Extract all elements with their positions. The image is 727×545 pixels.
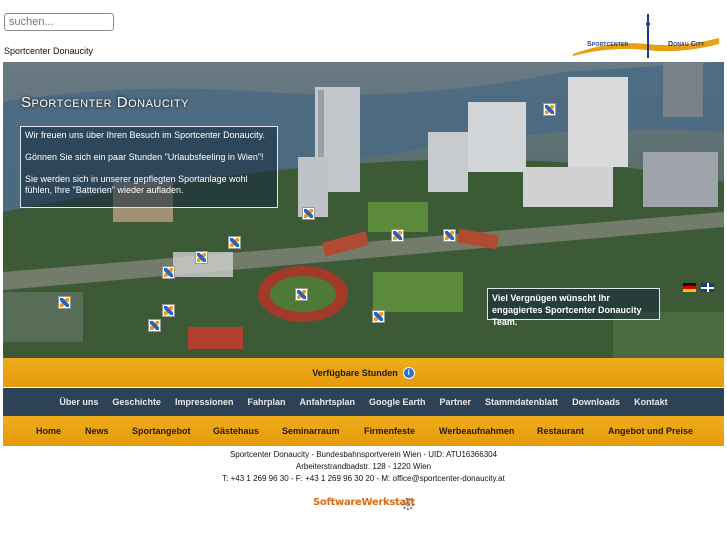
nav-ueber-uns[interactable]: Über uns [59,397,98,407]
search-input[interactable] [4,13,114,31]
nav-anfahrtsplan[interactable]: Anfahrtsplan [300,397,356,407]
map-marker-icon[interactable] [148,319,161,332]
map-marker-icon[interactable] [443,229,456,242]
nav-partner[interactable]: Partner [440,397,472,407]
footer: Sportcenter Donaucity - Bundesbahnsportv… [0,449,727,485]
welcome-box: Wir freuen uns über Ihren Besuch im Spor… [20,126,278,208]
nav-home[interactable]: Home [36,426,61,436]
map-marker-icon[interactable] [58,296,71,309]
welcome-line-3: Sie werden sich in unserer gepflegten Sp… [25,174,248,195]
nav-kontakt[interactable]: Kontakt [634,397,668,407]
nav-downloads[interactable]: Downloads [572,397,620,407]
hero-image: Sportcenter Donaucity Wir freuen uns übe… [3,62,724,358]
map-marker-icon[interactable] [162,304,175,317]
nav-seminarraum[interactable]: Seminarraum [282,426,340,436]
map-marker-icon[interactable] [302,207,315,220]
info-icon[interactable]: i [402,366,415,379]
logo-tower-icon [646,14,650,58]
nav-impressionen[interactable]: Impressionen [175,397,234,407]
footer-company: Sportcenter Donaucity - Bundesbahnsportv… [229,450,498,459]
nav-gaestehaus[interactable]: Gästehaus [213,426,259,436]
available-hours-label[interactable]: Verfügbare Stunden [312,368,398,378]
nav-fahrplan[interactable]: Fahrplan [247,397,285,407]
nav-werbeaufnahmen[interactable]: Werbeaufnahmen [439,426,514,436]
gear-icon [402,498,414,510]
map-marker-icon[interactable] [228,236,241,249]
footer-contact[interactable]: T: +43 1 269 96 30 - F: +43 1 269 96 30 … [0,473,727,485]
nav-sportangebot[interactable]: Sportangebot [132,426,191,436]
english-flag-icon[interactable] [701,283,714,292]
nav-geschichte[interactable]: Geschichte [112,397,161,407]
team-greeting-box: Viel Vergnügen wünscht Ihr engagiertes S… [487,288,660,327]
map-marker-icon[interactable] [162,266,175,279]
map-marker-icon[interactable] [543,103,556,116]
german-flag-icon[interactable] [683,283,696,292]
hero-title: Sportcenter Donaucity [21,94,189,111]
nav-firmenfeste[interactable]: Firmenfeste [364,426,415,436]
sportcenter-logo[interactable]: Sportcenter Donau City [571,14,721,58]
nav-google-earth[interactable]: Google Earth [369,397,426,407]
secondary-nav: Über uns Geschichte Impressionen Fahrpla… [3,388,724,416]
main-nav: Home News Sportangebot Gästehaus Seminar… [3,416,724,446]
available-hours-bar[interactable]: Verfügbare Stunden i [3,358,724,387]
nav-news[interactable]: News [85,426,109,436]
nav-angebot-und-preise[interactable]: Angebot und Preise [608,426,693,436]
map-marker-icon[interactable] [295,288,308,301]
logo-word-sportcenter: Sportcenter [587,41,629,48]
map-marker-icon[interactable] [391,229,404,242]
map-marker-icon[interactable] [372,310,385,323]
welcome-line-1: Wir freuen uns über Ihren Besuch im Spor… [25,130,265,140]
welcome-line-2: Gönnen Sie sich ein paar Stunden "Urlaub… [25,152,264,162]
nav-stammdatenblatt[interactable]: Stammdatenblatt [485,397,558,407]
site-name: Sportcenter Donaucity [4,46,94,56]
nav-restaurant[interactable]: Restaurant [537,426,584,436]
logo-word-donaucity: Donau City [668,41,705,48]
map-marker-icon[interactable] [195,251,208,264]
footer-address: Arbeiterstrandbadstr. 128 - 1220 Wien [295,462,432,471]
